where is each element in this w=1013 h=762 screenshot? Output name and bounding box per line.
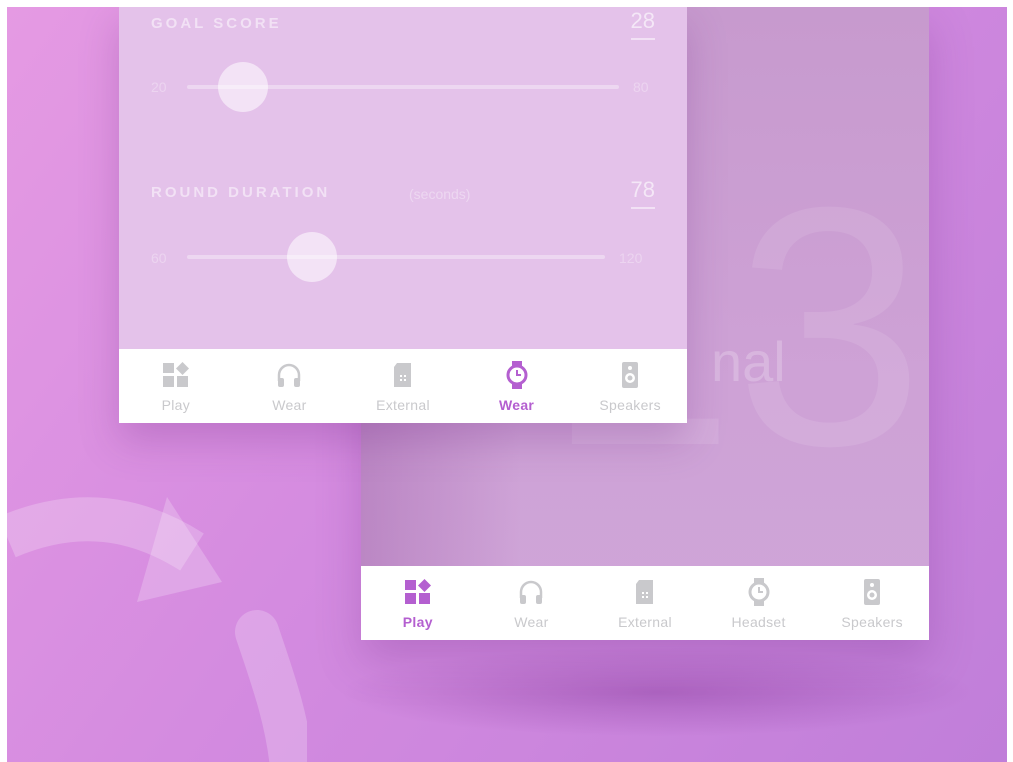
- tab-label: Play: [161, 397, 191, 413]
- front-tab-play[interactable]: Play: [119, 349, 233, 423]
- headphones-icon: [515, 576, 547, 608]
- drop-shadow: [337, 647, 977, 737]
- tab-label: External: [618, 614, 672, 630]
- headphones-icon: [273, 359, 305, 391]
- play-grid-icon: [160, 359, 192, 391]
- back-tab-external[interactable]: External: [588, 566, 702, 640]
- tab-label: Headset: [731, 614, 786, 630]
- round-duration-track[interactable]: [187, 255, 605, 259]
- round-duration-max: 120: [619, 250, 643, 266]
- tab-label: Wear: [272, 397, 307, 413]
- speaker-icon: [614, 359, 646, 391]
- background-scene: 13 nal Play Wear External Headset Speakers G…: [7, 7, 1007, 762]
- round-duration-slider-knob[interactable]: [287, 232, 338, 282]
- front-tab-wear[interactable]: Wear: [233, 349, 347, 423]
- goal-score-title: GOAL SCORE: [151, 15, 282, 32]
- goal-score-value[interactable]: 28: [630, 8, 655, 40]
- round-duration-value[interactable]: 78: [630, 177, 655, 209]
- tab-label: Wear: [498, 397, 535, 413]
- back-tab-wear[interactable]: Wear: [475, 566, 589, 640]
- front-tab-bar: Play Wear External Wear Speakers: [119, 349, 687, 423]
- front-tab-speakers[interactable]: Speakers: [573, 349, 687, 423]
- watch-icon: [501, 359, 533, 391]
- back-tab-speakers[interactable]: Speakers: [815, 566, 929, 640]
- round-duration-min: 60: [151, 250, 167, 266]
- front-screen: GOAL SCORE 28 20 80 ROUND DURATION (seco…: [119, 7, 687, 423]
- watch-icon: [743, 576, 775, 608]
- goal-score-slider-knob[interactable]: [218, 62, 269, 112]
- transition-arrow-icon: [7, 497, 307, 762]
- speaker-icon: [856, 576, 888, 608]
- play-grid-icon: [402, 576, 434, 608]
- round-duration-title: ROUND DURATION: [151, 184, 331, 201]
- front-tab-external[interactable]: External: [346, 349, 460, 423]
- back-tab-play-active[interactable]: Play: [361, 566, 475, 640]
- round-duration-unit: (seconds): [409, 186, 471, 202]
- tab-label: Speakers: [599, 397, 661, 413]
- tab-label: Wear: [514, 614, 549, 630]
- sd-card-icon: [387, 359, 419, 391]
- tab-label: External: [376, 397, 430, 413]
- back-tab-bar: Play Wear External Headset Speakers: [361, 566, 929, 640]
- goal-score-min: 20: [151, 79, 167, 95]
- ghost-label: nal: [711, 330, 786, 393]
- goal-score-max: 80: [633, 79, 649, 95]
- sd-card-icon: [629, 576, 661, 608]
- tab-label: Speakers: [841, 614, 903, 630]
- front-tab-wear-active[interactable]: Wear: [460, 349, 574, 423]
- tab-label: Play: [402, 614, 433, 630]
- back-tab-headset[interactable]: Headset: [702, 566, 816, 640]
